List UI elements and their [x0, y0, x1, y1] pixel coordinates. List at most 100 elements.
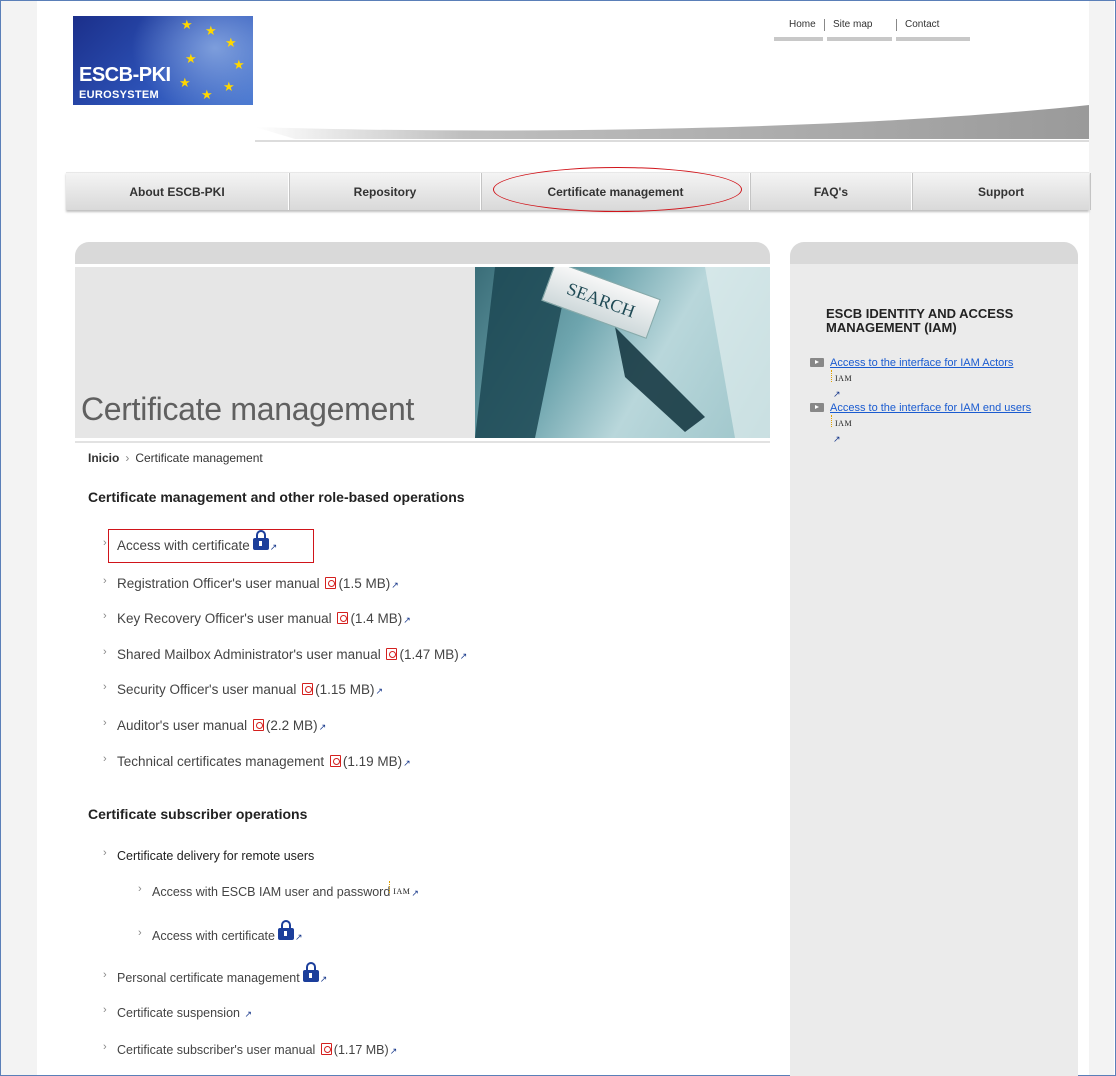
technical-certificates-manual-link[interactable]: Technical certificates management [117, 754, 324, 769]
underline-bar [896, 37, 970, 41]
content-header-cap [75, 242, 770, 264]
subscriber-manual-link[interactable]: Certificate subscriber's user manual [117, 1043, 315, 1057]
section-heading-subscriber-operations: Certificate subscriber operations [88, 806, 308, 822]
registration-officer-manual-link[interactable]: Registration Officer's user manual [117, 576, 320, 591]
chevron-right-icon: › [103, 969, 107, 981]
star-icon: ★ [181, 17, 193, 32]
certificate-suspension-link[interactable]: Certificate suspension [117, 1006, 240, 1020]
page-banner: Certificate management SEARCH [75, 267, 770, 438]
arrow-right-icon [810, 358, 824, 367]
file-size: (1.4 MB) [350, 611, 403, 626]
star-icon: ★ [179, 75, 191, 90]
file-size: (1.5 MB) [338, 576, 391, 591]
divider [896, 19, 897, 31]
access-with-iam-password-link[interactable]: Access with ESCB IAM user and password [152, 885, 390, 899]
arrow-right-icon [810, 403, 824, 412]
remote-access-with-certificate-link[interactable]: Access with certificate [152, 929, 275, 943]
access-with-certificate-link[interactable]: Access with certificate [117, 538, 250, 553]
chevron-right-icon: › [125, 451, 130, 465]
external-link-icon: ↗ [833, 389, 841, 399]
sidebar-header-cap [790, 242, 1078, 264]
pdf-icon [386, 648, 398, 660]
personal-certificate-management-link[interactable]: Personal certificate management [117, 971, 300, 985]
file-size: (1.17 MB) [333, 1043, 389, 1057]
chevron-right-icon: › [103, 717, 107, 729]
star-icon: ★ [233, 57, 245, 72]
iam-actors-link[interactable]: Access to the interface for IAM Actors [830, 356, 1013, 370]
nav-repository[interactable]: Repository [290, 173, 482, 210]
chevron-right-icon: › [103, 610, 107, 622]
key-recovery-officer-manual-link[interactable]: Key Recovery Officer's user manual [117, 611, 332, 626]
star-icon: ★ [223, 79, 235, 94]
pdf-icon [337, 612, 349, 624]
star-icon: ★ [205, 23, 217, 38]
external-link-icon: ↗ [269, 542, 278, 552]
chevron-right-icon: › [103, 646, 107, 658]
logo-subtitle: EUROSYSTEM [79, 89, 160, 101]
sidebar-title: ESCB IDENTITY AND ACCESS MANAGEMENT (IAM… [826, 306, 1014, 335]
page-margin-left [1, 1, 37, 1075]
escb-pki-logo[interactable]: ★ ★ ★ ★ ★ ★ ★ ★ ESCB-PKI EUROSYSTEM [73, 16, 253, 105]
nav-support[interactable]: Support [913, 173, 1091, 210]
star-icon: ★ [185, 51, 197, 66]
chevron-right-icon: › [103, 847, 107, 859]
header-swoosh-graphic [255, 105, 1089, 142]
iam-logo-icon: IAM [830, 415, 852, 431]
contact-link[interactable]: Contact [905, 19, 939, 30]
nav-certificate-management[interactable]: Certificate management [482, 173, 751, 210]
file-size: (1.47 MB) [399, 647, 459, 662]
pdf-icon [320, 1043, 332, 1055]
nav-about-escb-pki[interactable]: About ESCB-PKI [66, 173, 290, 210]
section-heading-role-operations: Certificate management and other role-ba… [88, 489, 465, 505]
chevron-right-icon: › [138, 927, 142, 939]
divider [824, 19, 825, 31]
external-link-icon: ↗ [833, 434, 841, 444]
page-title: Certificate management [81, 391, 415, 427]
chevron-right-icon: › [103, 681, 107, 693]
external-link-icon: ↗ [318, 722, 327, 732]
underline-bar [827, 37, 892, 41]
file-size: (1.19 MB) [342, 754, 403, 769]
external-link-icon: ↗ [403, 758, 411, 768]
breadcrumb-home-link[interactable]: Inicio [88, 451, 119, 465]
star-icon: ★ [201, 87, 213, 102]
chevron-right-icon: › [103, 1004, 107, 1016]
chevron-right-icon: › [103, 753, 107, 765]
external-link-icon: ↗ [244, 1009, 253, 1019]
external-link-icon: ↗ [319, 974, 328, 984]
lock-icon [252, 530, 269, 550]
pdf-icon [329, 755, 341, 767]
lock-icon [277, 920, 294, 940]
security-officer-manual-link[interactable]: Security Officer's user manual [117, 682, 296, 697]
nav-faqs[interactable]: FAQ's [751, 173, 913, 210]
external-link-icon: ↗ [294, 932, 303, 942]
star-icon: ★ [225, 35, 237, 50]
pdf-icon [325, 577, 337, 589]
underline-bar [774, 37, 823, 41]
iam-logo-icon: IAM [830, 370, 852, 386]
pdf-icon [252, 719, 264, 731]
external-link-icon: ↗ [411, 888, 419, 898]
banner-divider [75, 441, 770, 443]
chevron-right-icon: › [138, 883, 142, 895]
iam-end-users-link[interactable]: Access to the interface for IAM end user… [830, 401, 1031, 415]
certificate-delivery-label: Certificate delivery for remote users [117, 849, 315, 863]
chevron-right-icon: › [103, 575, 107, 587]
pdf-icon [302, 683, 314, 695]
file-size: (1.15 MB) [315, 682, 375, 697]
external-link-icon: ↗ [459, 651, 468, 661]
chevron-right-icon: › [103, 1041, 107, 1053]
chevron-right-icon: › [103, 537, 107, 549]
shared-mailbox-admin-manual-link[interactable]: Shared Mailbox Administrator's user manu… [117, 647, 381, 662]
file-size: (2.2 MB) [265, 718, 318, 733]
home-link[interactable]: Home [789, 19, 816, 30]
auditor-manual-link[interactable]: Auditor's user manual [117, 718, 247, 733]
breadcrumb-current: Certificate management [135, 451, 263, 465]
main-navigation: About ESCB-PKI Repository Certificate ma… [66, 172, 1091, 210]
external-link-icon: ↗ [375, 686, 383, 696]
external-link-icon: ↗ [389, 1046, 398, 1056]
lock-icon [302, 962, 319, 982]
site-map-link[interactable]: Site map [833, 19, 872, 30]
external-link-icon: ↗ [391, 580, 399, 590]
external-link-icon: ↗ [403, 615, 411, 625]
